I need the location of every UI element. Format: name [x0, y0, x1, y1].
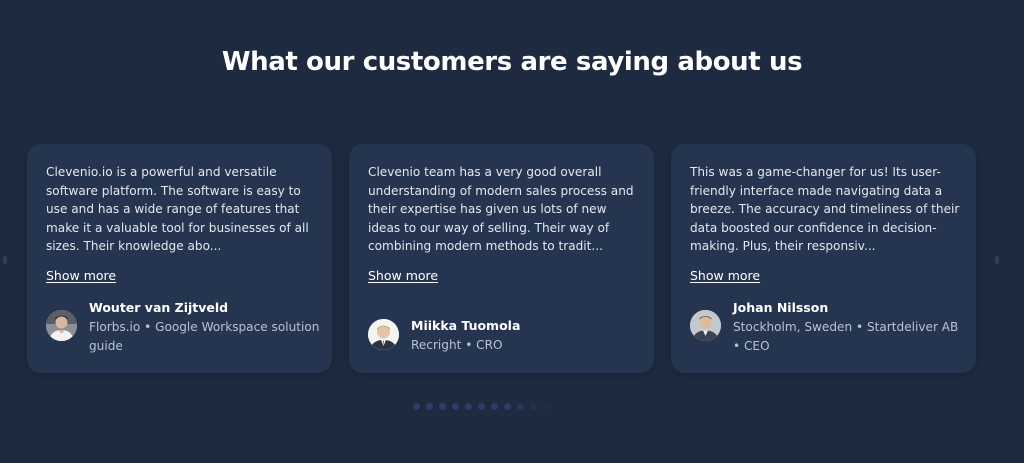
carousel-prev-arrow-icon[interactable]: [3, 256, 7, 264]
pagination-dot[interactable]: [491, 403, 498, 410]
pagination-dot[interactable]: [530, 403, 537, 410]
show-more-link[interactable]: Show more: [690, 268, 760, 283]
avatar: [46, 310, 77, 341]
pagination-dot[interactable]: [504, 403, 511, 410]
show-more-link[interactable]: Show more: [368, 268, 438, 283]
pagination-dot[interactable]: [478, 403, 485, 410]
author-meta: Florbs.io • Google Workspace solution gu…: [89, 320, 320, 353]
testimonial-card: This was a game-changer for us! Its user…: [671, 144, 976, 373]
carousel-next-arrow-icon[interactable]: [995, 256, 999, 264]
pagination-dot[interactable]: [543, 403, 550, 410]
author-meta: Stockholm, Sweden • Startdeliver AB • CE…: [733, 320, 959, 353]
show-more-link[interactable]: Show more: [46, 268, 116, 283]
person-photo-icon: [690, 310, 721, 341]
section-title: What our customers are saying about us: [221, 47, 803, 77]
testimonial-card: Clevenio team has a very good overall un…: [349, 144, 654, 373]
testimonial-quote: Clevenio.io is a powerful and versatile …: [46, 165, 309, 253]
carousel-pagination: [413, 403, 550, 411]
author-meta: Recright • CRO: [411, 338, 503, 352]
pagination-dot[interactable]: [465, 403, 472, 410]
pagination-dot[interactable]: [426, 403, 433, 410]
avatar: [368, 319, 399, 350]
pagination-dot[interactable]: [439, 403, 446, 410]
testimonial-quote: Clevenio team has a very good overall un…: [368, 165, 634, 253]
avatar: [690, 310, 721, 341]
person-photo-icon: [46, 310, 77, 341]
testimonials-section: What our customers are saying about us C…: [0, 0, 1024, 463]
pagination-dot[interactable]: [452, 403, 459, 410]
pagination-dot[interactable]: [413, 403, 420, 410]
person-photo-icon: [368, 319, 399, 350]
author-name: Wouter van Zijtveld: [89, 300, 229, 315]
testimonial-card: Clevenio.io is a powerful and versatile …: [27, 144, 332, 373]
author-name: Johan Nilsson: [733, 300, 829, 315]
author-name: Miikka Tuomola: [411, 318, 521, 333]
testimonial-quote: This was a game-changer for us! Its user…: [690, 165, 960, 253]
pagination-dot[interactable]: [517, 403, 524, 410]
